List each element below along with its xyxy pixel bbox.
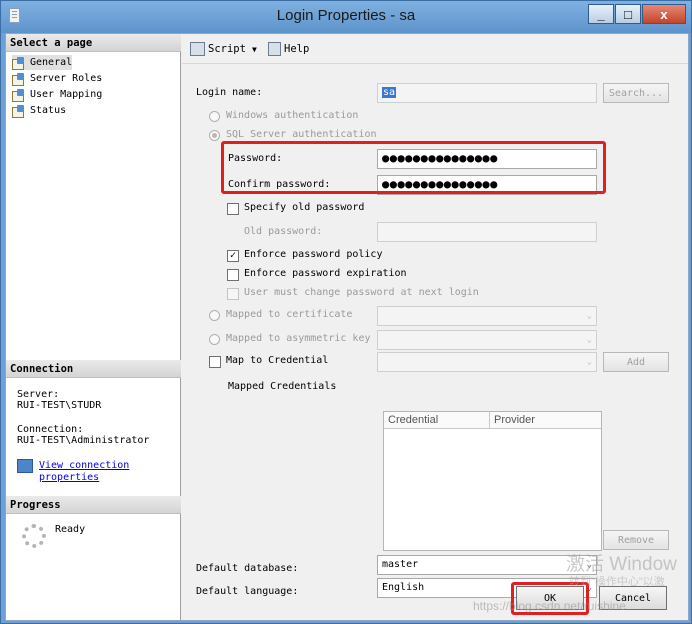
page-item-status[interactable]: Status: [12, 103, 66, 118]
page-item-general[interactable]: General: [12, 55, 73, 70]
old-password-input[interactable]: [377, 222, 597, 242]
toolbar: Script ▼ Help: [182, 34, 688, 64]
login-name-value: sa: [382, 87, 397, 98]
map-credential-label: Map to Credential: [226, 355, 329, 366]
enforce-policy-label: Enforce password policy: [244, 249, 383, 260]
default-database-value: master: [382, 559, 419, 570]
add-button[interactable]: Add: [603, 352, 669, 372]
help-icon: [268, 42, 281, 56]
mapped-cert-label: Mapped to certificate: [226, 309, 353, 320]
mapped-asym-radio[interactable]: [209, 334, 220, 345]
help-button[interactable]: Help: [268, 42, 309, 56]
page-icon: [12, 72, 26, 86]
progress-status: Ready: [55, 524, 86, 535]
server-value: RUI-TEST\STUDR: [17, 400, 102, 411]
default-language-value: English: [382, 582, 425, 593]
specify-old-password-label: Specify old password: [244, 202, 365, 213]
page-item-server-roles[interactable]: Server Roles: [12, 71, 102, 86]
close-button[interactable]: x: [642, 4, 686, 24]
default-language-label: Default language:: [196, 586, 299, 597]
grid-header-credential[interactable]: Credential: [384, 412, 490, 429]
script-dropdown-icon[interactable]: ▼: [252, 45, 257, 54]
connection-value: RUI-TEST\Administrator: [17, 435, 150, 446]
sql-auth-label: SQL Server authentication: [226, 129, 377, 140]
login-name-label: Login name:: [196, 87, 263, 98]
grid-header-provider[interactable]: Provider: [490, 412, 601, 429]
help-label: Help: [284, 43, 310, 55]
page-icon: [12, 56, 26, 70]
activate-windows-subtext: 转到"操作中心"以激: [569, 576, 665, 588]
windows-auth-radio[interactable]: [209, 111, 220, 122]
old-password-label: Old password:: [244, 226, 323, 237]
windows-auth-label: Windows authentication: [226, 110, 359, 121]
mapped-cert-radio[interactable]: [209, 310, 220, 321]
enforce-expiration-label: Enforce password expiration: [244, 268, 407, 279]
page-item-user-mapping[interactable]: User Mapping: [12, 87, 102, 102]
dialog-body: Select a page General Server Roles User …: [5, 33, 689, 621]
dialog-window: Login Properties - sa _ □ x Select a pag…: [0, 0, 692, 624]
page-label: Status: [30, 105, 67, 116]
page-label: User Mapping: [30, 89, 103, 100]
page-label: General: [30, 57, 73, 68]
password-highlight-box: [221, 141, 606, 194]
chevron-down-icon: ⌄: [586, 357, 592, 367]
script-icon: [190, 42, 205, 56]
map-credential-checkbox[interactable]: [209, 356, 221, 368]
mapped-asym-label: Mapped to asymmetric key: [226, 333, 371, 344]
search-button[interactable]: Search...: [603, 83, 669, 103]
script-label: Script: [208, 43, 246, 55]
view-connection-link-cont[interactable]: properties: [39, 472, 99, 484]
enforce-expiration-checkbox[interactable]: [227, 269, 239, 281]
certificate-select[interactable]: ⌄: [377, 306, 597, 326]
connection-properties-icon: [17, 459, 33, 473]
url-watermark: https://blog.csdn.net/ruishine: [473, 599, 626, 613]
left-panel: Select a page General Server Roles User …: [6, 34, 181, 620]
must-change-label: User must change password at next login: [244, 287, 479, 298]
general-page: Login name: sa Search... Windows authent…: [182, 65, 688, 620]
specify-old-password-checkbox[interactable]: [227, 203, 239, 215]
chevron-down-icon: ⌄: [586, 311, 592, 321]
mapped-credentials-label: Mapped Credentials: [228, 381, 337, 392]
credential-select[interactable]: ⌄: [377, 352, 597, 372]
mapped-credentials-grid[interactable]: Credential Provider: [383, 411, 602, 551]
view-connection-link[interactable]: View connection: [39, 460, 129, 472]
page-icon: [12, 104, 26, 118]
activate-windows-watermark: 激活 Window: [566, 554, 677, 575]
default-database-select[interactable]: master ⌄: [377, 555, 597, 575]
remove-button[interactable]: Remove: [603, 530, 669, 550]
sql-auth-radio[interactable]: [209, 130, 220, 141]
connection-header: Connection: [6, 360, 181, 378]
enforce-policy-checkbox[interactable]: ✓: [227, 250, 239, 262]
must-change-checkbox[interactable]: [227, 288, 239, 300]
page-icon: [12, 88, 26, 102]
progress-spinner-icon: [22, 524, 46, 548]
maximize-button[interactable]: □: [615, 4, 641, 24]
minimize-button[interactable]: _: [588, 4, 614, 24]
default-database-label: Default database:: [196, 563, 299, 574]
page-label: Server Roles: [30, 73, 103, 84]
title-bar[interactable]: Login Properties - sa _ □ x: [1, 1, 691, 33]
chevron-down-icon: ⌄: [586, 335, 592, 345]
select-page-header: Select a page: [6, 34, 181, 52]
login-name-input[interactable]: sa: [377, 83, 597, 103]
script-button[interactable]: Script ▼: [190, 42, 260, 56]
progress-header: Progress: [6, 496, 181, 514]
asymmetric-key-select[interactable]: ⌄: [377, 330, 597, 350]
